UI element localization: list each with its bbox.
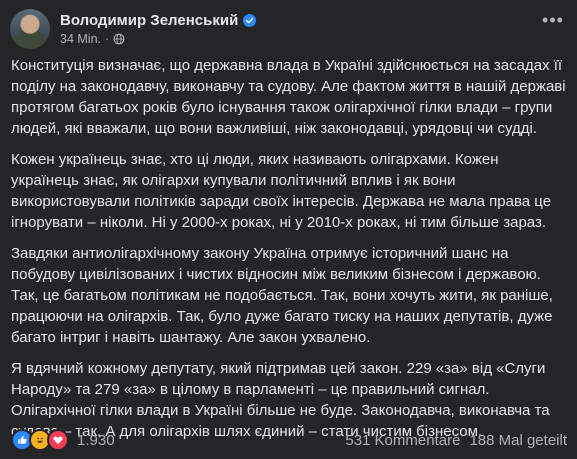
reaction-count[interactable]: 1.930 <box>77 432 115 449</box>
author-name[interactable]: Володимир Зеленський <box>60 12 238 29</box>
post-stats: 531 Kommentare 188 Mal geteilt <box>345 432 567 449</box>
globe-icon <box>113 33 125 45</box>
more-options-label: ••• <box>542 9 564 30</box>
more-options-button[interactable]: ••• <box>539 6 567 34</box>
comments-count[interactable]: 531 Kommentare <box>345 432 460 449</box>
love-icon <box>47 429 69 451</box>
separator-dot: · <box>105 32 110 46</box>
post-text: Конституція визначає, що державна влада … <box>11 55 567 452</box>
paragraph: Кожен українець знає, хто ці люди, яких … <box>11 151 552 231</box>
shares-count[interactable]: 188 Mal geteilt <box>469 432 567 449</box>
post-timestamp[interactable]: 34 Min. <box>60 32 101 46</box>
paragraph: Конституція визначає, що державна влада … <box>11 57 566 137</box>
facebook-post: Володимир Зеленський 34 Min. · ••• Конст… <box>0 0 577 459</box>
verified-badge-icon <box>243 14 257 27</box>
name-row: Володимир Зеленський <box>60 12 257 29</box>
avatar[interactable] <box>10 9 50 49</box>
author-meta: Володимир Зеленський 34 Min. · <box>60 12 257 46</box>
post-header: Володимир Зеленський 34 Min. · <box>10 8 257 50</box>
reactions-summary[interactable]: 1.930 <box>11 429 115 451</box>
post-footer: 1.930 531 Kommentare 188 Mal geteilt <box>11 428 567 452</box>
timestamp-row: 34 Min. · <box>60 32 256 46</box>
paragraph: Завдяки антиолігархічному закону Україна… <box>11 245 553 346</box>
